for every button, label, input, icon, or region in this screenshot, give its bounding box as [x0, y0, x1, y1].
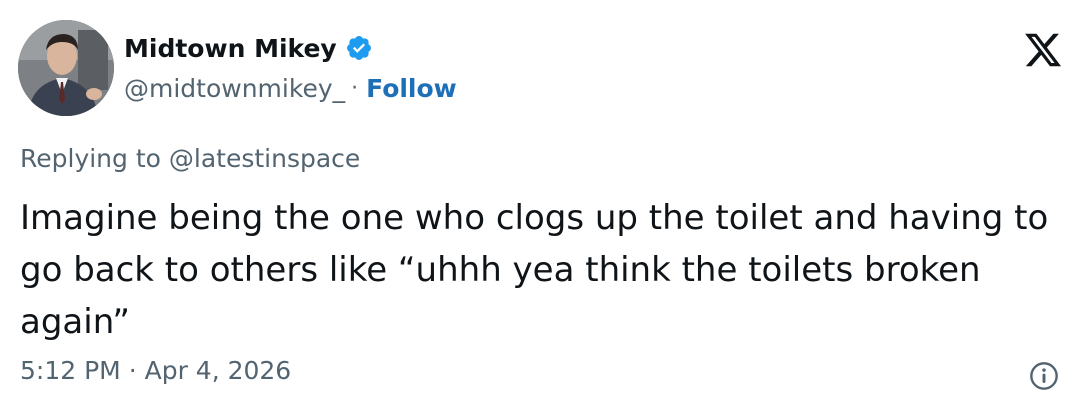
avatar-photo [18, 20, 114, 116]
meta-separator: · [128, 356, 137, 385]
author-handle-row: @midtownmikey_ · Follow [124, 70, 457, 106]
replying-to-handle[interactable]: @latestinspace [169, 144, 360, 173]
tweet-card: Midtown Mikey @midtownmikey_ · Follow Re… [0, 0, 1092, 414]
tweet-time[interactable]: 5:12 PM [20, 356, 121, 385]
author-display-name[interactable]: Midtown Mikey [124, 34, 337, 63]
tweet-meta: 5:12 PM · Apr 4, 2026 [20, 356, 291, 385]
verified-badge-icon [345, 34, 373, 62]
tweet-text: Imagine being the one who clogs up the t… [20, 198, 1060, 342]
author-name-row: Midtown Mikey [124, 30, 373, 66]
tweet-date[interactable]: Apr 4, 2026 [145, 356, 292, 385]
separator-dot: · [351, 75, 359, 101]
avatar[interactable] [18, 20, 114, 116]
replying-to: Replying to @latestinspace [20, 144, 360, 173]
replying-to-prefix: Replying to [20, 144, 169, 173]
info-icon[interactable] [1028, 360, 1060, 392]
follow-button[interactable]: Follow [366, 74, 457, 103]
author-handle[interactable]: @midtownmikey_ [124, 74, 345, 103]
x-logo-icon[interactable] [1022, 30, 1064, 70]
